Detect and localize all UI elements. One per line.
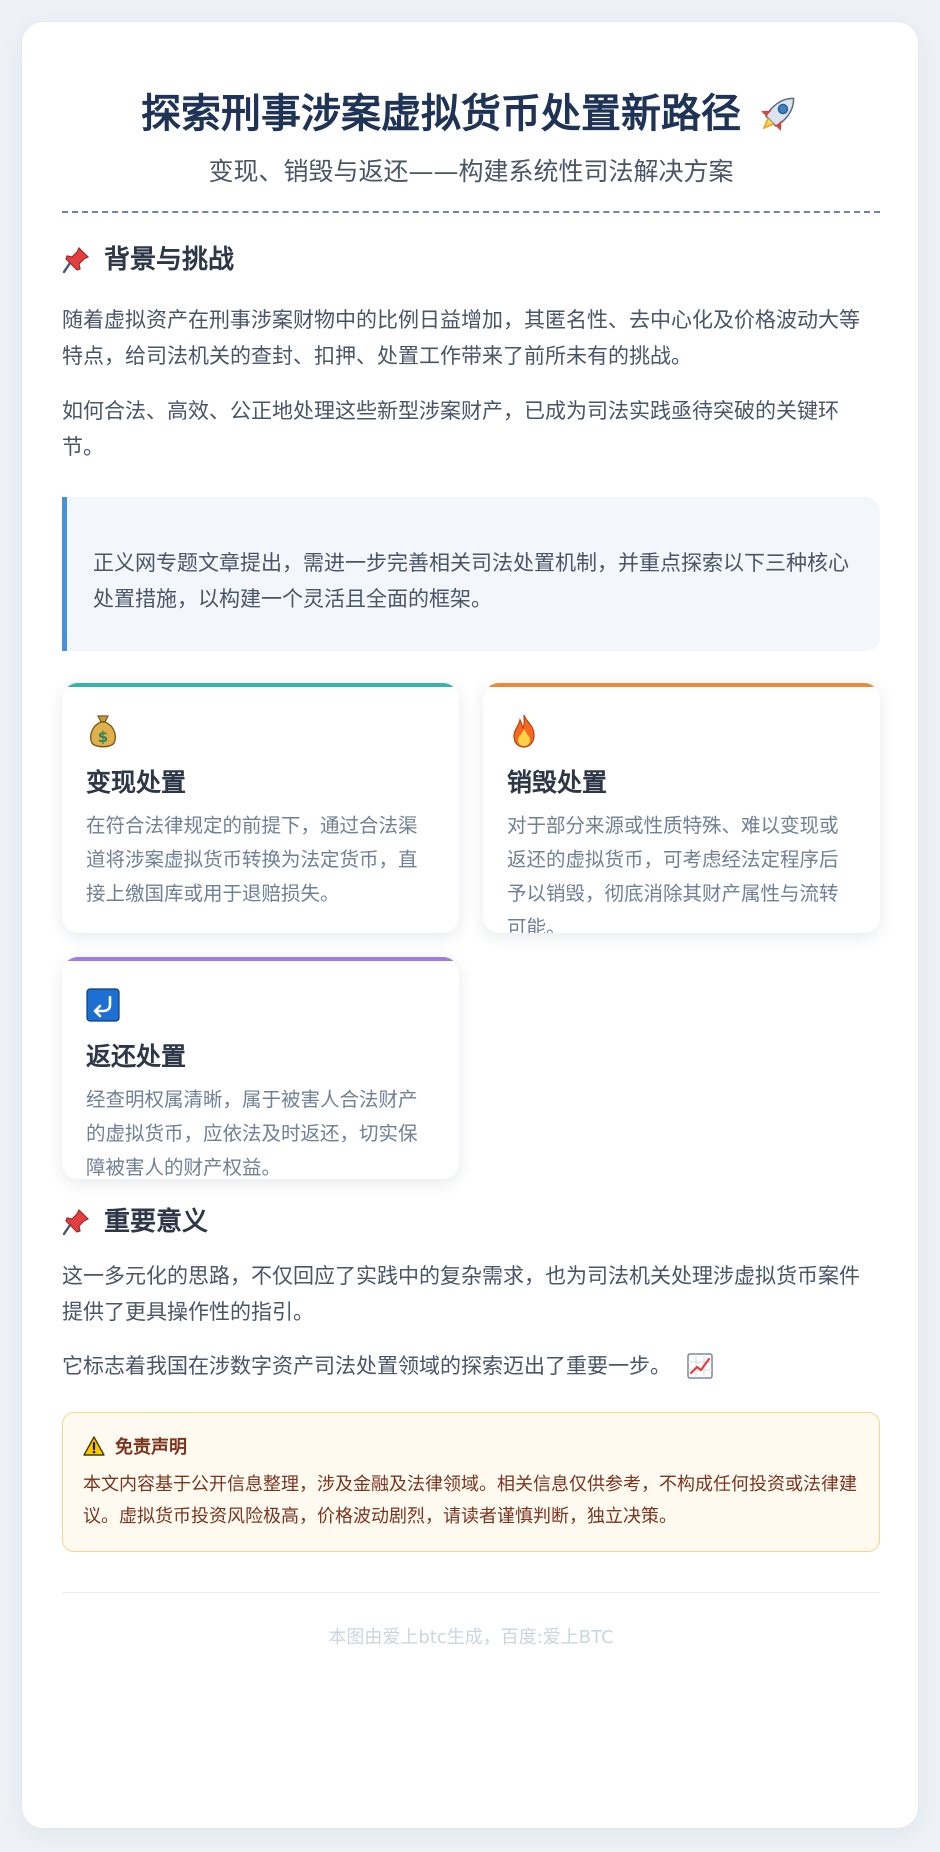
article-card: 探索刑事涉案虚拟货币处置新路径 变现、销毁与返还——构建系统性司法解决方案 背景…: [21, 21, 919, 1829]
method-card-return: 返还处置 经查明权属清晰，属于被害人合法财产的虚拟货币，应依法及时返还，切实保障…: [62, 956, 459, 1179]
footer-credit: 本图由爱上btc生成，百度:爱上BTC: [328, 1626, 614, 1648]
page-subtitle: 变现、销毁与返还——构建系统性司法解决方案: [208, 157, 734, 186]
footer-divider: [62, 1591, 880, 1593]
pushpin-icon: [62, 247, 90, 274]
page-title: 探索刑事涉案虚拟货币处置新路径: [62, 90, 880, 138]
fire-icon: [513, 714, 535, 748]
return-arrow-icon: [86, 988, 120, 1022]
background-paragraph: 如何合法、高效、公正地处理这些新型涉案财产，已成为司法实践亟待突破的关键环节。: [62, 398, 839, 459]
disclaimer-box: 免责声明 本文内容基于公开信息整理，涉及金融及法律领域。相关信息仅供参考，不构成…: [62, 1411, 880, 1552]
significance-paragraph-with-icon: 它标志着我国在涉数字资产司法处置领域的探索迈出了重要一步。: [62, 1348, 880, 1384]
svg-text:$: $: [98, 728, 108, 746]
warning-icon: [83, 1436, 105, 1456]
method-description: 经查明权属清晰，属于被害人合法财产的虚拟货币，应依法及时返还，切实保障被害人的财…: [86, 1088, 418, 1179]
significance-paragraph: 这一多元化的思路，不仅回应了实践中的复杂需求，也为司法机关处理涉虚拟货币案件提供…: [62, 1263, 860, 1324]
chart-increasing-icon: [687, 1353, 713, 1379]
method-title: 销毁处置: [507, 767, 608, 797]
method-title: 返还处置: [86, 1041, 187, 1071]
header-divider: [62, 210, 880, 213]
money-bag-icon: $: [90, 715, 116, 748]
method-description: 对于部分来源或性质特殊、难以变现或返还的虚拟货币，可考虑经法定程序后予以销毁，彻…: [507, 814, 839, 933]
rocket-icon: [761, 97, 795, 131]
pushpin-icon: [62, 1209, 90, 1236]
background-paragraph: 随着虚拟资产在刑事涉案财物中的比例日益增加，其匿名性、去中心化及价格波动大等特点…: [62, 307, 860, 368]
disclaimer-heading: 免责声明: [83, 1433, 859, 1459]
article-content: 探索刑事涉案虚拟货币处置新路径 变现、销毁与返还——构建系统性司法解决方案 背景…: [62, 22, 880, 1649]
method-title: 变现处置: [86, 767, 187, 797]
disclaimer-text: 本文内容基于公开信息整理，涉及金融及法律领域。相关信息仅供参考，不构成任何投资或…: [83, 1473, 857, 1527]
quote-box: 正义网专题文章提出，需进一步完善相关司法处置机制，并重点探索以下三种核心处置措施…: [62, 496, 880, 651]
page-title-text: 探索刑事涉案虚拟货币处置新路径: [141, 91, 741, 137]
section-heading-significance: 重要意义: [62, 1207, 880, 1238]
methods-grid: $ 变现处置 在符合法律规定的前提下，通过合法渠道将涉案虚拟货币转换为法定货币，…: [62, 682, 880, 1179]
header: 探索刑事涉案虚拟货币处置新路径 变现、销毁与返还——构建系统性司法解决方案: [62, 22, 880, 189]
method-card-cash-out: $ 变现处置 在符合法律规定的前提下，通过合法渠道将涉案虚拟货币转换为法定货币，…: [62, 682, 459, 933]
section-heading-text: 背景与挑战: [104, 244, 235, 275]
disclaimer-heading-text: 免责声明: [115, 1436, 187, 1458]
method-description: 在符合法律规定的前提下，通过合法渠道将涉案虚拟货币转换为法定货币，直接上缴国库或…: [86, 814, 418, 906]
method-card-destroy: 销毁处置 对于部分来源或性质特殊、难以变现或返还的虚拟货币，可考虑经法定程序后予…: [483, 682, 880, 933]
significance-paragraph-text: 它标志着我国在涉数字资产司法处置领域的探索迈出了重要一步。: [62, 1353, 671, 1378]
section-heading-background: 背景与挑战: [62, 245, 880, 276]
section-heading-text: 重要意义: [104, 1206, 209, 1237]
